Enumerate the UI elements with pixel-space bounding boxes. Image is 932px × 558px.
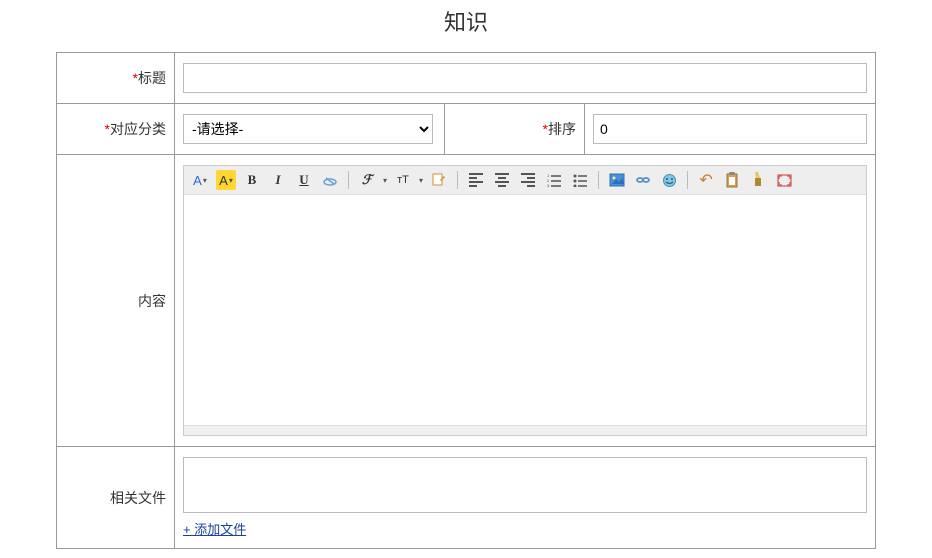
- add-file-link[interactable]: + 添加文件: [183, 519, 246, 538]
- align-right-button[interactable]: [518, 170, 538, 190]
- undo-button[interactable]: ↶: [696, 170, 716, 190]
- label-files: 相关文件: [57, 447, 175, 549]
- emotion-button[interactable]: [659, 170, 679, 190]
- image-button[interactable]: [607, 170, 627, 190]
- toolbar-separator: [687, 171, 688, 189]
- file-list-box: [183, 457, 867, 513]
- rich-text-editor: A A B I U ℱ ▾ тT ▾: [183, 165, 867, 436]
- category-select[interactable]: -请选择-: [183, 114, 433, 144]
- formatblock-button[interactable]: [429, 170, 449, 190]
- label-title: *标题: [57, 53, 175, 104]
- toolbar-separator: [348, 171, 349, 189]
- unordered-list-button[interactable]: [570, 170, 590, 190]
- ordered-list-button[interactable]: 123: [544, 170, 564, 190]
- page-title: 知识: [56, 5, 876, 37]
- label-category: *对应分类: [57, 104, 175, 155]
- link-button[interactable]: [633, 170, 653, 190]
- align-left-button[interactable]: [466, 170, 486, 190]
- editor-resize-handle[interactable]: [184, 425, 866, 435]
- editor-content-area[interactable]: [184, 195, 866, 425]
- fullscreen-button[interactable]: [774, 170, 794, 190]
- bold-button[interactable]: B: [242, 170, 262, 190]
- label-sort: *排序: [445, 104, 585, 155]
- highlight-button[interactable]: A: [216, 170, 236, 190]
- toolbar-separator: [598, 171, 599, 189]
- toolbar-separator: [457, 171, 458, 189]
- underline-button[interactable]: U: [294, 170, 314, 190]
- clear-button[interactable]: [748, 170, 768, 190]
- sort-input[interactable]: [593, 114, 867, 144]
- form-table: *标题 *对应分类 -请选择- *排序: [56, 52, 876, 549]
- fontfamily-button[interactable]: ℱ: [357, 170, 377, 190]
- forecolor-button[interactable]: A: [190, 170, 210, 190]
- label-content: 内容: [57, 155, 175, 447]
- italic-button[interactable]: I: [268, 170, 288, 190]
- removeformat-button[interactable]: [320, 170, 340, 190]
- editor-toolbar: A A B I U ℱ ▾ тT ▾: [184, 166, 866, 195]
- fontsize-button[interactable]: тT: [393, 170, 413, 190]
- title-input[interactable]: [183, 63, 867, 93]
- align-center-button[interactable]: [492, 170, 512, 190]
- paste-button[interactable]: [722, 170, 742, 190]
- svg-text:3: 3: [547, 183, 550, 187]
